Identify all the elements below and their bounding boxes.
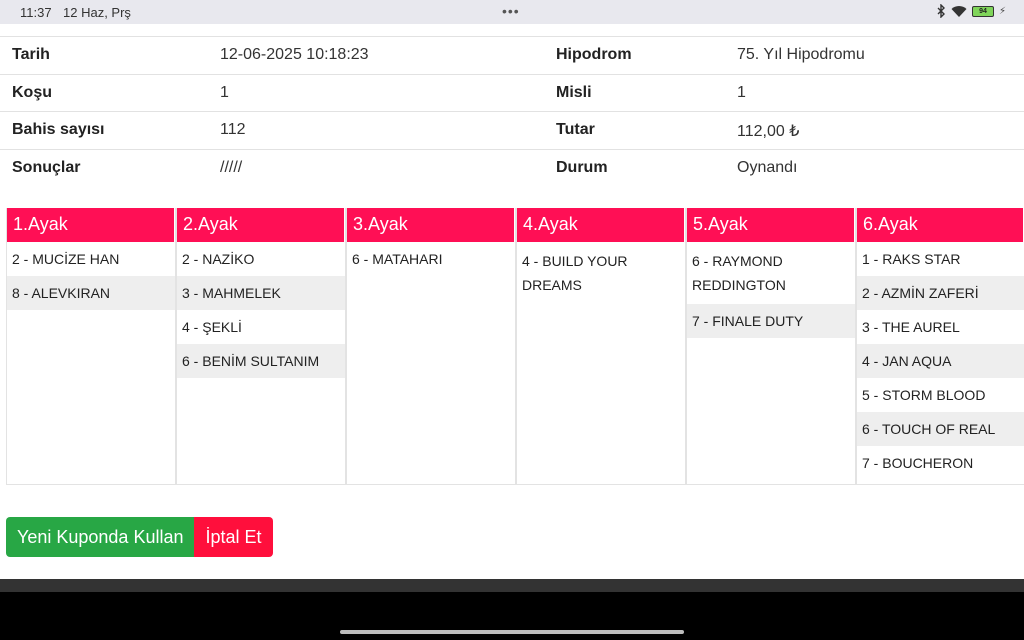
coupon-info-table: Tarih 12-06-2025 10:18:23 Hipodrom 75. Yıl … (0, 36, 1024, 186)
bottom-bar (0, 579, 1024, 592)
wifi-icon (951, 5, 967, 17)
info-value: Oynandı (737, 158, 798, 176)
bluetooth-icon (937, 4, 945, 18)
horse-item: 2 - NAZİKO (182, 251, 255, 267)
leg-header: 6.Ayak (857, 208, 1024, 242)
action-buttons: Yeni Kuponda Kullan İptal Et (6, 517, 273, 557)
horse-item: 2 - MUCİZE HAN (12, 251, 120, 267)
status-bar: 11:37 12 Haz, Prş ••• 94 ⚡ (0, 0, 1024, 24)
cancel-button[interactable]: İptal Et (194, 517, 273, 557)
leg-header: 1.Ayak (7, 208, 175, 242)
horse-item: 4 - BUILD YOUR DREAMS (522, 253, 628, 293)
horse-item: 1 - RAKS STAR (862, 251, 961, 267)
horse-item: 4 - JAN AQUA (857, 344, 1024, 378)
info-row: Sonuçlar ///// Durum Oynandı (0, 148, 1024, 187)
info-value: 1 (220, 83, 229, 101)
horse-item: 3 - MAHMELEK (177, 276, 345, 310)
horse-item: 2 - AZMİN ZAFERİ (857, 276, 1024, 310)
info-value: 75. Yıl Hipodromu (737, 46, 865, 63)
leg-header: 4.Ayak (517, 208, 685, 242)
legs-grid: 1.Ayak 2 - MUCİZE HAN 8 - ALEVKIRAN 2.Ayak 2… (6, 208, 1024, 485)
horse-item: 6 - TOUCH OF REAL (857, 412, 1024, 446)
leg-column: 5.Ayak 6 - RAYMOND REDDINGTON 7 - FINALE D… (686, 208, 856, 485)
info-label: Tutar (556, 121, 595, 138)
info-label: Sonuçlar (12, 158, 81, 176)
more-dots-icon[interactable]: ••• (502, 3, 520, 19)
info-label: Tarih (12, 46, 50, 63)
leg-header: 3.Ayak (347, 208, 515, 242)
use-in-new-coupon-button[interactable]: Yeni Kuponda Kullan (6, 517, 195, 557)
status-date: 12 Haz, Prş (63, 5, 131, 20)
info-label: Bahis sayısı (12, 121, 105, 138)
info-value: 1 (737, 83, 746, 101)
info-value: ///// (220, 158, 243, 176)
horse-item: 8 - ALEVKIRAN (7, 276, 175, 310)
horse-item: 3 - THE AUREL (862, 319, 960, 335)
info-value: 112,00 ₺ (737, 123, 800, 140)
leg-column: 2.Ayak 2 - NAZİKO 3 - MAHMELEK 4 - ŞEKLİ 6 -… (176, 208, 346, 485)
leg-column: 6.Ayak 1 - RAKS STAR 2 - AZMİN ZAFERİ 3 - T… (856, 208, 1024, 485)
horse-item: 7 - BOUCHERON (862, 455, 974, 471)
status-time: 11:37 (20, 5, 52, 20)
horse-item: 6 - RAYMOND REDDINGTON (692, 253, 786, 293)
info-label: Misli (556, 83, 592, 101)
horse-item: 6 - MATAHARI (352, 251, 443, 267)
leg-header: 5.Ayak (687, 208, 855, 242)
info-row: Koşu 1 Misli 1 (0, 73, 1024, 112)
info-label: Hipodrom (556, 46, 632, 63)
navigation-bar (0, 592, 1024, 640)
status-icons: 94 ⚡ (936, 4, 1006, 18)
charging-icon: ⚡ (998, 5, 1006, 17)
info-label: Durum (556, 158, 608, 176)
leg-header: 2.Ayak (177, 208, 345, 242)
leg-column: 1.Ayak 2 - MUCİZE HAN 8 - ALEVKIRAN (6, 208, 176, 485)
info-row: Bahis sayısı 112 Tutar 112,00 ₺ (0, 111, 1024, 149)
horse-item: 7 - FINALE DUTY (687, 304, 855, 338)
horse-item: 4 - ŞEKLİ (182, 319, 242, 335)
horse-item: 6 - BENİM SULTANIM (177, 344, 345, 378)
horse-item: 5 - STORM BLOOD (862, 387, 986, 403)
battery-icon: 94 (971, 5, 994, 17)
info-label: Koşu (12, 83, 52, 101)
home-gesture-handle[interactable] (340, 630, 684, 634)
info-row: Tarih 12-06-2025 10:18:23 Hipodrom 75. Yıl … (0, 36, 1024, 74)
info-value: 112 (220, 121, 246, 138)
info-value: 12-06-2025 10:18:23 (220, 46, 369, 63)
leg-column: 4.Ayak 4 - BUILD YOUR DREAMS (516, 208, 686, 485)
leg-column: 3.Ayak 6 - MATAHARI (346, 208, 516, 485)
